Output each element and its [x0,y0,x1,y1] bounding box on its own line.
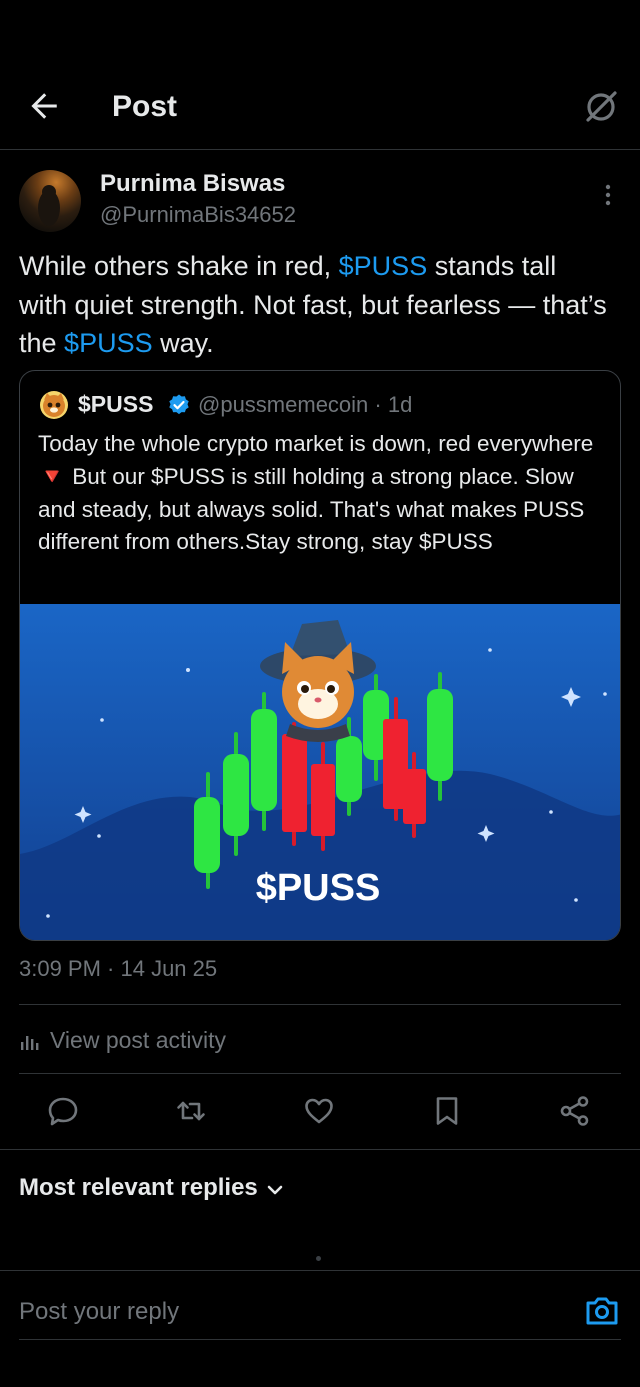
quoted-text: Today the whole crypto market is down, r… [38,428,608,559]
view-post-activity-label: View post activity [50,1027,226,1053]
post-text: While others shake in red, $PUSS stands … [19,247,609,363]
divider [19,1073,621,1074]
chevron-down-icon [267,1185,283,1195]
cashtag-link[interactable]: $PUSS [339,251,428,281]
post-text-part: way. [152,328,214,358]
grok-icon[interactable] [582,88,620,126]
divider [19,1339,621,1340]
image-caption: $PUSS [256,867,381,909]
bookmark-icon[interactable] [430,1094,464,1128]
author-name[interactable]: Purnima Biswas [100,170,285,198]
avatar-image [38,185,60,226]
loading-indicator [316,1256,321,1261]
bar-chart-icon [21,1036,39,1050]
quoted-text-part: Today the whole crypto market is down, r… [38,431,594,456]
verified-badge-icon [169,394,189,415]
quoted-handle-time: @pussmemecoin · 1d [198,392,413,417]
quoted-author-name[interactable]: $PUSS [78,391,153,418]
author-handle[interactable]: @PurnimaBis34652 [100,202,296,228]
cashtag-link[interactable]: $PUSS [64,328,153,358]
divider [19,1004,621,1005]
red-triangle-emoji: 🔻 [38,463,67,489]
quoted-text-part: But our $PUSS is still holding a strong … [38,463,585,555]
reply-icon[interactable] [46,1094,80,1128]
top-bar: Post [0,0,640,150]
reply-input[interactable] [19,1290,559,1334]
quoted-avatar[interactable] [40,391,68,419]
like-icon[interactable] [302,1094,336,1128]
candlestick-cat-illustration: $PUSS [20,604,620,940]
arrow-left-icon[interactable] [26,88,62,124]
repost-icon[interactable] [174,1094,208,1128]
camera-icon[interactable] [584,1293,620,1329]
more-options-icon[interactable] [596,182,620,208]
author-avatar[interactable] [19,170,81,232]
quoted-image[interactable]: $PUSS [20,604,620,940]
divider [0,1149,640,1150]
divider [0,1270,640,1271]
cat-face-icon [43,393,65,417]
replies-sort-label: Most relevant replies [19,1174,258,1201]
post-timestamp: 3:09 PM · 14 Jun 25 [19,956,218,981]
quoted-post[interactable]: $PUSS @pussmemecoin · 1d Today the whole… [19,370,621,941]
post-text-part: While others shake in red, [19,251,339,281]
page-title: Post [112,90,178,123]
share-icon[interactable] [558,1094,592,1128]
